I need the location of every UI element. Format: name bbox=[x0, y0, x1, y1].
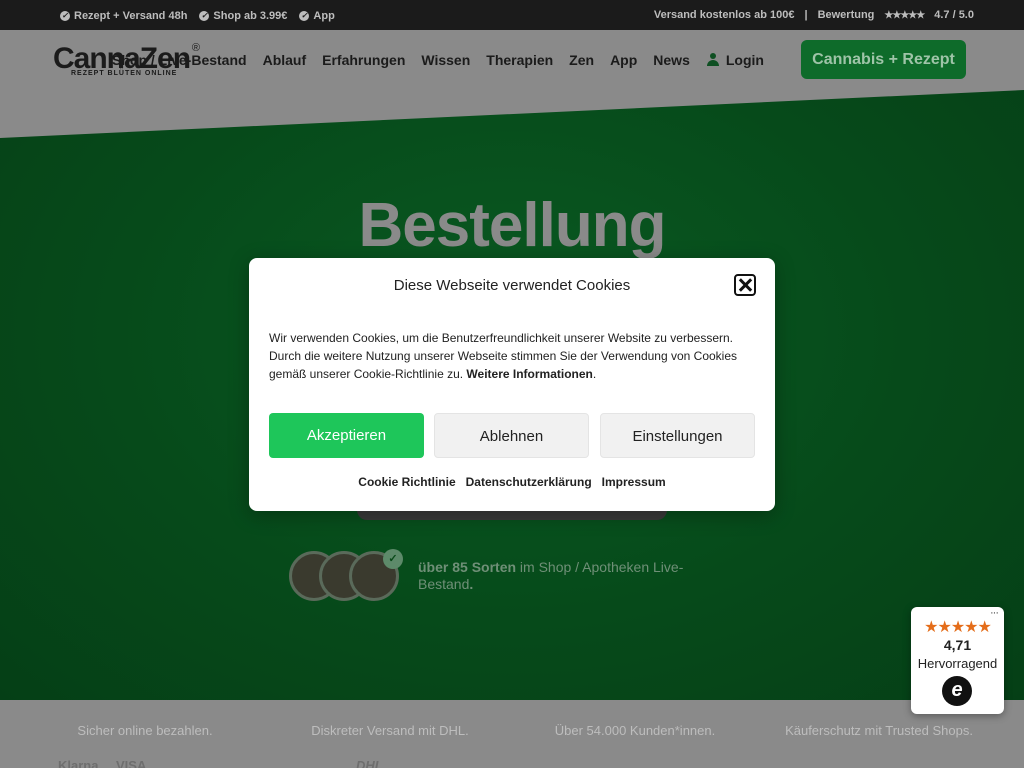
login-link[interactable]: Login bbox=[706, 52, 764, 68]
cannabis-rezept-button[interactable]: Cannabis + Rezept bbox=[801, 40, 966, 79]
site-header: CannaZen ® REZEPT BLÜTEN ONLINE Shop / L… bbox=[0, 30, 1024, 90]
trusted-shops-widget[interactable]: ··· ★★★★★ 4,71 Hervorragend e bbox=[911, 607, 1004, 714]
strain-thumbnails: ✓ bbox=[289, 549, 409, 605]
top-bar-usps: ✓ Rezept + Versand 48h ✓ Shop ab 3.99€ ✓ Ap… bbox=[60, 10, 335, 22]
nav-item-app[interactable]: App bbox=[610, 52, 637, 68]
trust-item-customers: Über 54.000 Kunden*innen. bbox=[554, 723, 716, 738]
verified-check-icon: ✓ bbox=[383, 549, 403, 569]
dhl-logo: DHL bbox=[356, 758, 383, 768]
login-label: Login bbox=[725, 52, 764, 68]
usp-item: ✓ Shop ab 3.99€ bbox=[199, 10, 288, 22]
trust-row: Sicher online bezahlen. Diskreter Versan… bbox=[0, 700, 1024, 768]
rating-label[interactable]: Bewertung bbox=[818, 9, 875, 21]
settings-button[interactable]: Einstellungen bbox=[600, 413, 755, 458]
shipping-note: Versand kostenlos ab 100€ bbox=[653, 9, 795, 21]
rating-stars-icon: ★★★★★ bbox=[924, 619, 992, 636]
nav-item-zen[interactable]: Zen bbox=[569, 52, 594, 68]
trust-item-shipping: Diskreter Versand mit DHL. bbox=[311, 723, 469, 738]
check-icon: ✓ bbox=[60, 11, 70, 21]
trusted-shops-score: 4,71 bbox=[943, 637, 972, 653]
usp-item: ✓ Rezept + Versand 48h bbox=[60, 10, 188, 22]
cookie-dialog: Diese Webseite verwendet Cookies Wir ver… bbox=[249, 258, 775, 511]
privacy-policy-link[interactable]: Datenschutzerklärung bbox=[466, 475, 592, 489]
nav-item-wissen[interactable]: Wissen bbox=[421, 52, 470, 68]
top-bar-info: Versand kostenlos ab 100€ | Bewertung ★★… bbox=[654, 9, 974, 21]
logo-tagline: REZEPT BLÜTEN ONLINE bbox=[71, 70, 178, 77]
check-icon: ✓ bbox=[199, 11, 210, 21]
trust-item-protection: Käuferschutz mit Trusted Shops. bbox=[785, 723, 973, 738]
trusted-shops-seal-icon: e bbox=[942, 676, 972, 706]
cookie-dialog-title: Diese Webseite verwendet Cookies bbox=[393, 277, 631, 294]
cookie-message: Wir verwenden Cookies, um die Benutzerfr… bbox=[269, 331, 738, 381]
strain-count-text: über 85 Sorten im Shop / Apotheken Live-… bbox=[418, 559, 684, 592]
nav-item-erfahrungen[interactable]: Erfahrungen bbox=[322, 52, 405, 68]
separator: | bbox=[804, 9, 808, 21]
deny-button[interactable]: Ablehnen bbox=[434, 413, 589, 458]
check-icon: ✓ bbox=[299, 11, 310, 21]
cookie-policy-link[interactable]: Cookie Richtlinie bbox=[358, 475, 455, 489]
main-nav: Shop / Live-Bestand Ablauf Erfahrungen W… bbox=[112, 52, 764, 68]
rating-value: 4.7 / 5.0 bbox=[934, 9, 974, 21]
trust-item-payment: Sicher online bezahlen. bbox=[77, 723, 213, 738]
visa-logo: VISA bbox=[116, 758, 147, 768]
hero-title: Bestellung bbox=[358, 191, 667, 260]
usp-item[interactable]: ✓ App bbox=[299, 10, 335, 22]
user-icon bbox=[706, 53, 720, 67]
imprint-link[interactable]: Impressum bbox=[602, 475, 666, 489]
klarna-logo: Klarna bbox=[58, 758, 99, 768]
rating-stars-icon: ★★★★★ bbox=[884, 9, 925, 21]
nav-item-news[interactable]: News bbox=[653, 52, 690, 68]
strain-count-bold: über 85 Sorten bbox=[418, 559, 517, 575]
top-bar: ✓ Rezept + Versand 48h ✓ Shop ab 3.99€ ✓ Ap… bbox=[0, 0, 1024, 30]
close-icon[interactable] bbox=[734, 274, 756, 296]
trusted-shops-grade: Hervorragend bbox=[917, 656, 998, 671]
cookie-links: Cookie Richtlinie Datenschutzerklärung I… bbox=[249, 475, 775, 489]
nav-item-shop[interactable]: Shop / Live-Bestand bbox=[112, 52, 247, 68]
nav-item-therapien[interactable]: Therapien bbox=[486, 52, 553, 68]
more-info-link[interactable]: Weitere Informationen bbox=[466, 367, 592, 381]
nav-item-ablauf[interactable]: Ablauf bbox=[263, 52, 307, 68]
accept-button[interactable]: Akzeptieren bbox=[269, 413, 424, 458]
